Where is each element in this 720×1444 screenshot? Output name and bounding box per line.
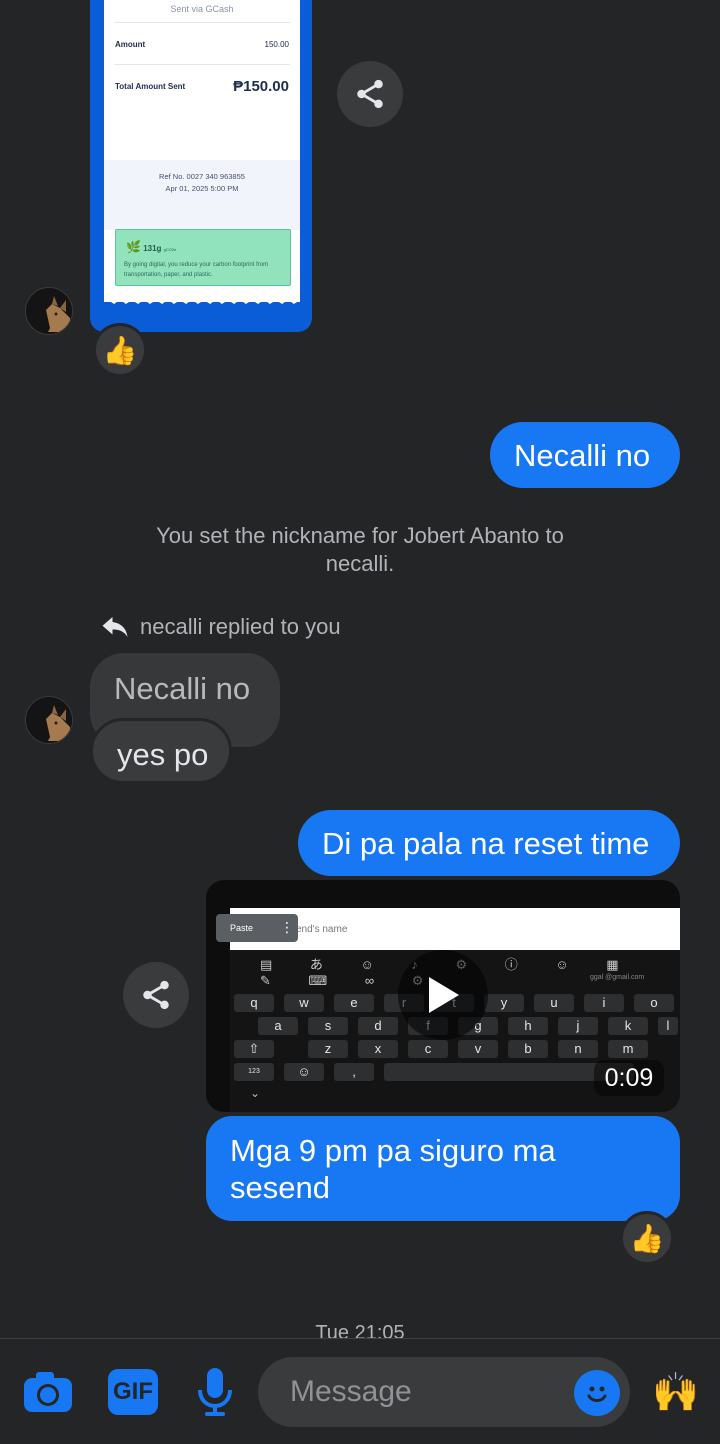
share-icon — [357, 79, 383, 109]
message-bubble-outgoing[interactable]: Di pa pala na reset time — [298, 810, 680, 876]
message-text: Mga 9 pm pa siguro ma sesend — [230, 1133, 556, 1205]
reaction-badge[interactable]: 👍 — [620, 1211, 674, 1265]
key: d — [358, 1017, 398, 1035]
share-icon — [143, 980, 169, 1010]
message-composer: GIF Message 🙌 — [0, 1338, 720, 1444]
key: s — [308, 1017, 348, 1035]
chevron-down-icon: ⌄ — [250, 1086, 261, 1100]
avatar[interactable] — [25, 696, 73, 744]
key: v — [458, 1040, 498, 1058]
carbon-description: By going digital, you reduce your carbon… — [124, 262, 269, 278]
key: w — [284, 994, 324, 1012]
total-value: ₱150.00 — [233, 78, 289, 95]
total-label: Total Amount Sent — [115, 82, 186, 91]
reply-indicator: necalli replied to you — [100, 614, 341, 640]
video-paste-popup: Paste ⋮ — [216, 914, 298, 942]
microphone-icon — [198, 1368, 232, 1416]
reply-arrow-icon — [102, 617, 128, 637]
receipt-amount-row: Amount 150.00 — [115, 40, 289, 49]
key: y — [484, 994, 524, 1012]
message-text: Di pa pala na reset time — [322, 826, 650, 861]
video-field-hint: end's name — [296, 924, 348, 935]
gif-label: GIF — [113, 1378, 153, 1405]
receipt-total-row: Total Amount Sent ₱150.00 — [115, 78, 289, 95]
ref-number: Ref No. 0027 340 963855 — [159, 172, 245, 181]
key: b — [508, 1040, 548, 1058]
message-bubble-outgoing[interactable]: Necalli no — [490, 422, 680, 488]
avatar[interactable] — [25, 287, 73, 335]
receipt-ref-box: Ref No. 0027 340 963855 Apr 01, 2025 5:0… — [104, 160, 300, 230]
receipt-zigzag-edge — [104, 296, 300, 304]
video-duration: 0:09 — [594, 1060, 664, 1096]
receipt-paper: Sent via GCash Amount 150.00 Total Amoun… — [104, 0, 300, 302]
video-attachment[interactable]: end's name Paste ⋮ ▤ あ ☺ ♪ ⚙ ⓘ ☺ ▦ ✎ ⌨ ∞… — [206, 880, 680, 1112]
key: e — [334, 994, 374, 1012]
key: x — [358, 1040, 398, 1058]
cat-avatar-icon — [26, 697, 72, 743]
system-notice: You set the nickname for Jobert Abanto t… — [156, 523, 564, 576]
key: m — [608, 1040, 648, 1058]
leaf-icon: 🌿 — [126, 240, 141, 254]
key: c — [408, 1040, 448, 1058]
smiley-icon — [587, 1386, 607, 1402]
cat-avatar-icon — [26, 288, 72, 334]
share-button[interactable] — [337, 61, 403, 127]
camera-button[interactable] — [22, 1369, 74, 1415]
carbon-title: 🌿 131g gCO2e — [126, 240, 176, 254]
keyboard-suggestion: ggal @gmail.com — [590, 974, 645, 981]
key: j — [558, 1017, 598, 1035]
key: a — [258, 1017, 298, 1035]
carbon-value: 131g — [143, 244, 162, 253]
key: h — [508, 1017, 548, 1035]
key: u — [534, 994, 574, 1012]
key: n — [558, 1040, 598, 1058]
receipt-sent-via: Sent via GCash — [170, 4, 234, 14]
share-button[interactable] — [123, 962, 189, 1028]
key-row-3: ⇧ z x c v b n m — [230, 1040, 680, 1058]
paste-label: Paste — [230, 923, 254, 933]
comma-key: , — [334, 1063, 374, 1081]
key: q — [234, 994, 274, 1012]
key: i — [584, 994, 624, 1012]
divider — [114, 64, 290, 65]
amount-label: Amount — [115, 40, 146, 49]
gif-button[interactable]: GIF — [108, 1369, 158, 1415]
emoji-button[interactable] — [574, 1370, 620, 1416]
message-bubble-incoming[interactable]: yes po — [90, 718, 232, 784]
key: o — [634, 994, 674, 1012]
emoji-key-icon: ☺ — [284, 1063, 324, 1081]
play-button[interactable] — [398, 950, 488, 1040]
message-text: Necalli no — [514, 438, 651, 473]
key: l — [658, 1017, 678, 1035]
more-icon: ⋮ — [280, 919, 294, 935]
shift-key-icon: ⇧ — [234, 1040, 274, 1058]
microphone-button[interactable] — [192, 1365, 238, 1419]
carbon-footprint-box: 🌿 131g gCO2e By going digital, you reduc… — [115, 229, 291, 286]
raised-hands-icon: 🙌 — [652, 1372, 700, 1414]
quick-reaction-button[interactable]: 🙌 — [646, 1367, 706, 1419]
ref-date: Apr 01, 2025 5:00 PM — [165, 184, 239, 193]
message-bubble-outgoing[interactable]: Mga 9 pm pa siguro ma sesend — [206, 1116, 680, 1221]
reply-label-text: necalli replied to you — [140, 614, 341, 639]
thumbs-up-icon: 👍 — [629, 1222, 665, 1254]
camera-icon — [24, 1372, 72, 1412]
divider — [114, 22, 290, 23]
reaction-badge[interactable]: 👍 — [93, 323, 147, 377]
message-text: yes po — [117, 737, 209, 772]
quoted-text: Necalli no — [114, 671, 251, 706]
key: k — [608, 1017, 648, 1035]
carbon-unit: gCO2e — [163, 247, 177, 252]
play-icon — [429, 977, 459, 1013]
key: z — [308, 1040, 348, 1058]
thumbs-up-icon: 👍 — [102, 334, 138, 366]
amount-value: 150.00 — [264, 40, 289, 49]
key: 123 — [234, 1063, 274, 1081]
message-placeholder: Message — [290, 1375, 412, 1408]
